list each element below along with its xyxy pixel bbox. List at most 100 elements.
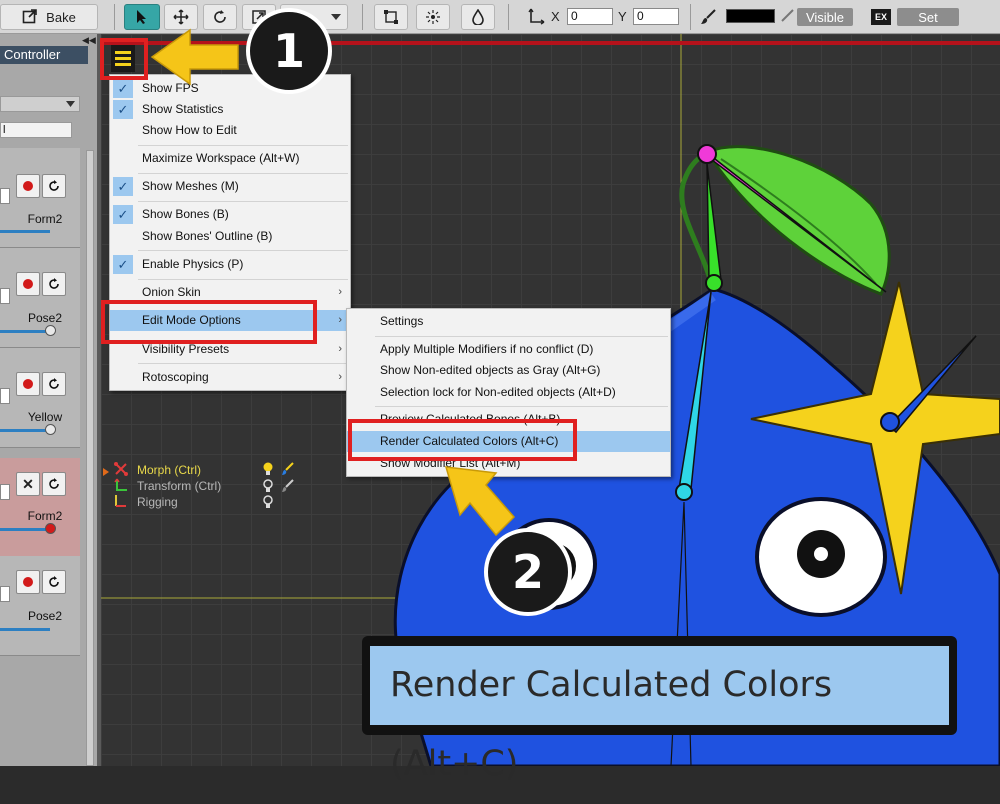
menu-item-show-statistics[interactable]: ✓ Show Statistics bbox=[110, 99, 350, 120]
menu-item-label: Show Non-edited objects as Gray (Alt+G) bbox=[380, 363, 601, 377]
bake-button[interactable]: Bake bbox=[0, 4, 98, 30]
menu-separator bbox=[138, 201, 348, 202]
color-swatch[interactable] bbox=[726, 9, 775, 23]
checkmark-icon: ✓ bbox=[113, 177, 133, 196]
chevron-down-icon bbox=[331, 14, 341, 20]
slider-knob[interactable] bbox=[45, 424, 56, 435]
record-button[interactable] bbox=[16, 372, 40, 396]
highlight-frame-menu-button bbox=[100, 38, 148, 80]
reset-button[interactable] bbox=[42, 570, 66, 594]
menu-item-maximize-workspace[interactable]: Maximize Workspace (Alt+W) bbox=[110, 148, 350, 169]
menu-item-label: Settings bbox=[380, 314, 424, 328]
toolbar-divider bbox=[114, 4, 115, 30]
menu-item-label: Visibility Presets bbox=[142, 342, 230, 356]
rotate-icon bbox=[214, 10, 226, 23]
menu-separator bbox=[138, 145, 348, 146]
step-badge-1: 1 bbox=[246, 8, 332, 94]
select-tool-button[interactable] bbox=[124, 4, 160, 30]
brush-icon[interactable] bbox=[281, 462, 295, 479]
card-checkbox[interactable] bbox=[0, 484, 10, 500]
record-button[interactable] bbox=[16, 570, 40, 594]
reset-button[interactable] bbox=[42, 372, 66, 396]
chevron-right-icon: › bbox=[338, 343, 342, 355]
controller-card-selected: ✕ Form2 bbox=[0, 458, 80, 558]
card-slider[interactable] bbox=[0, 230, 50, 233]
menu-item-label: Show Meshes (M) bbox=[142, 179, 239, 193]
lightbulb-icon[interactable] bbox=[262, 462, 274, 479]
paint-button[interactable] bbox=[461, 4, 495, 30]
submenu-item-selection-lock[interactable]: Selection lock for Non-edited objects (A… bbox=[347, 382, 670, 403]
rotate-tool-button[interactable] bbox=[203, 4, 237, 30]
menu-item-label: Onion Skin bbox=[142, 285, 201, 299]
menu-item-show-bones[interactable]: ✓ Show Bones (B) bbox=[110, 204, 350, 225]
x-position-input[interactable]: 0 bbox=[567, 8, 613, 25]
checkmark-icon: ✓ bbox=[113, 255, 133, 274]
ex-icon[interactable]: EX bbox=[871, 9, 891, 25]
remove-button[interactable]: ✕ bbox=[16, 472, 40, 496]
record-button[interactable] bbox=[16, 272, 40, 296]
menu-item-show-bones-outline[interactable]: Show Bones' Outline (B) bbox=[110, 226, 350, 247]
controller-search-input[interactable]: l bbox=[0, 122, 72, 138]
submenu-item-apply-multiple-modifiers[interactable]: Apply Multiple Modifiers if no conflict … bbox=[347, 339, 670, 360]
menu-item-enable-physics[interactable]: ✓ Enable Physics (P) bbox=[110, 254, 350, 275]
brush-icon[interactable] bbox=[281, 479, 295, 496]
slider-knob[interactable] bbox=[45, 523, 56, 534]
card-slider[interactable] bbox=[0, 528, 48, 531]
highlight-frame-edit-mode-options bbox=[101, 300, 317, 344]
menu-item-show-how-to-edit[interactable]: Show How to Edit bbox=[110, 120, 350, 141]
reset-button[interactable] bbox=[42, 472, 66, 496]
reset-icon bbox=[49, 378, 59, 389]
move-tool-button[interactable] bbox=[164, 4, 198, 30]
card-checkbox[interactable] bbox=[0, 188, 10, 204]
step-badge-2: 2 bbox=[484, 528, 572, 616]
eyedropper-icon[interactable] bbox=[779, 8, 795, 27]
layer-rigging[interactable]: Rigging bbox=[137, 495, 178, 509]
card-label: Form2 bbox=[27, 212, 63, 226]
card-label: Pose2 bbox=[27, 609, 63, 623]
onion-button[interactable] bbox=[416, 4, 450, 30]
rigging-icon bbox=[114, 494, 128, 511]
card-label: Yellow bbox=[27, 410, 63, 424]
menu-item-rotoscoping[interactable]: Rotoscoping › bbox=[110, 367, 350, 388]
checkmark-icon: ✓ bbox=[113, 79, 133, 98]
card-checkbox[interactable] bbox=[0, 388, 10, 404]
menu-item-show-meshes[interactable]: ✓ Show Meshes (M) bbox=[110, 176, 350, 197]
menu-item-label: Enable Physics (P) bbox=[142, 257, 244, 271]
card-slider[interactable] bbox=[0, 628, 50, 631]
panel-scrollbar[interactable] bbox=[86, 150, 94, 766]
controller-tab[interactable]: Controller bbox=[0, 46, 88, 64]
card-checkbox[interactable] bbox=[0, 586, 10, 602]
submenu-item-settings[interactable]: Settings bbox=[347, 311, 670, 332]
lightbulb-icon[interactable] bbox=[262, 495, 274, 512]
transform-icon bbox=[114, 478, 128, 495]
slider-knob[interactable] bbox=[45, 325, 56, 336]
set-button[interactable]: Set bbox=[897, 8, 959, 26]
transform-box-button[interactable] bbox=[374, 4, 408, 30]
menu-separator bbox=[138, 363, 348, 364]
submenu-item-show-non-edited-gray[interactable]: Show Non-edited objects as Gray (Alt+G) bbox=[347, 360, 670, 381]
y-position-input[interactable]: 0 bbox=[633, 8, 679, 25]
reset-button[interactable] bbox=[42, 174, 66, 198]
record-icon bbox=[23, 577, 33, 587]
record-button[interactable] bbox=[16, 174, 40, 198]
zoom-callout-text: Render Calculated Colors (Alt+C) bbox=[370, 646, 949, 784]
highlight-frame-render-calculated-colors bbox=[348, 419, 577, 461]
chevron-right-icon: › bbox=[338, 286, 342, 298]
chevron-right-icon: › bbox=[338, 371, 342, 383]
toolbar-divider bbox=[690, 4, 691, 30]
card-checkbox[interactable] bbox=[0, 288, 10, 304]
controller-card: Pose2 bbox=[0, 556, 80, 656]
layer-transform[interactable]: Transform (Ctrl) bbox=[137, 479, 221, 493]
visible-button[interactable]: Visible bbox=[797, 8, 853, 26]
card-slider[interactable] bbox=[0, 330, 48, 333]
layer-morph[interactable]: Morph (Ctrl) bbox=[137, 463, 201, 477]
card-slider[interactable] bbox=[0, 429, 48, 432]
reset-button[interactable] bbox=[42, 272, 66, 296]
brush-icon bbox=[700, 8, 718, 29]
close-icon: ✕ bbox=[22, 475, 34, 492]
controller-dropdown[interactable] bbox=[0, 96, 80, 112]
collapse-panel-icon[interactable]: ◀◀ bbox=[82, 35, 97, 45]
lightbulb-icon[interactable] bbox=[262, 479, 274, 496]
morph-icon bbox=[114, 462, 130, 479]
menu-item-label: Selection lock for Non-edited objects (A… bbox=[380, 385, 616, 399]
